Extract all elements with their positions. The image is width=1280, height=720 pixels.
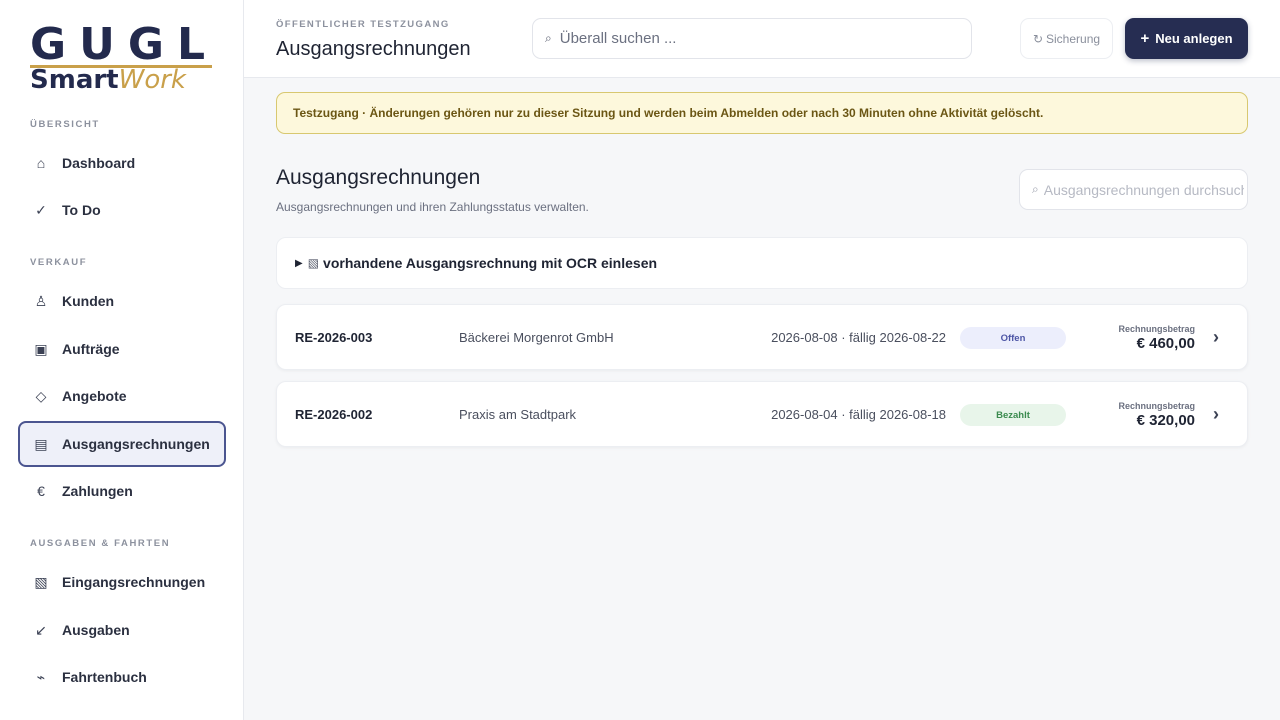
document-icon: ▧ xyxy=(34,574,48,590)
invoice-row[interactable]: RE-2026-003 Bäckerei Morgenrot GmbH 2026… xyxy=(276,304,1248,370)
sidebar-item-auftraege[interactable]: ▣ Aufträge xyxy=(18,326,226,372)
backup-button-label: Sicherung xyxy=(1046,31,1101,46)
global-search[interactable]: ⌕ xyxy=(532,18,972,59)
status-badge: Offen xyxy=(960,327,1066,349)
sidebar-item-label: Zahlungen xyxy=(62,483,133,499)
logo[interactable]: GUGL SmartWork xyxy=(30,22,212,94)
backup-button[interactable]: ↻ Sicherung xyxy=(1020,18,1113,59)
section-label-ausgaben-fahrten: AUSGABEN & FAHRTEN xyxy=(30,538,171,549)
invoice-amount-label: Rechnungsbetrag xyxy=(1118,401,1195,411)
caret-right-icon: ▶ xyxy=(295,257,303,269)
sidebar-item-label: Dashboard xyxy=(62,155,136,171)
plus-icon: + xyxy=(1140,30,1150,47)
sidebar-item-dashboard[interactable]: ⌂ Dashboard xyxy=(18,140,226,186)
search-icon: ⌕ xyxy=(545,31,552,45)
check-icon: ✓ xyxy=(35,202,47,218)
invoice-dates: 2026-08-08 · fällig 2026-08-22 xyxy=(771,330,946,345)
ocr-import-label: vorhandene Ausgangsrechnung mit OCR einl… xyxy=(323,255,658,271)
logo-gugl: GUGL xyxy=(30,19,218,70)
diamond-icon: ◇ xyxy=(35,388,47,404)
sidebar-item-todo[interactable]: ✓ To Do xyxy=(18,187,226,233)
invoice-icon: ▤ xyxy=(34,436,48,452)
sidebar-item-zahlungen[interactable]: € Zahlungen xyxy=(18,468,226,514)
page-title: Ausgangsrechnungen xyxy=(276,166,481,189)
sidebar-item-label: Ausgaben xyxy=(62,622,130,638)
box-icon: ▣ xyxy=(34,341,48,357)
euro-icon: € xyxy=(37,483,45,499)
person-icon: ♙ xyxy=(34,293,48,309)
sidebar-item-label: To Do xyxy=(62,202,101,218)
ocr-import-toggle[interactable]: ▶ ▧ vorhandene Ausgangsrechnung mit OCR … xyxy=(276,237,1248,289)
sidebar-item-label: Angebote xyxy=(62,388,127,404)
home-icon: ⌂ xyxy=(36,155,46,171)
route-icon: ⌁ xyxy=(36,669,46,685)
invoice-row[interactable]: RE-2026-002 Praxis am Stadtpark 2026-08-… xyxy=(276,381,1248,447)
arrow-down-left-icon: ↙ xyxy=(35,622,47,638)
test-access-banner: Testzugang · Änderungen gehören nur zu d… xyxy=(276,92,1248,134)
refresh-icon: ↻ xyxy=(1032,31,1043,46)
sidebar-item-ausgangsrechnungen[interactable]: ▤ Ausgangsrechnungen xyxy=(18,421,226,467)
invoice-amount: € 320,00 xyxy=(1136,412,1195,429)
invoice-number: RE-2026-003 xyxy=(295,330,373,345)
sidebar-item-fahrtenbuch[interactable]: ⌁ Fahrtenbuch xyxy=(18,654,226,700)
invoice-customer: Bäckerei Morgenrot GmbH xyxy=(459,330,614,345)
invoice-dates: 2026-08-04 · fällig 2026-08-18 xyxy=(771,407,946,422)
invoice-amount-label: Rechnungsbetrag xyxy=(1118,324,1195,334)
global-search-input[interactable] xyxy=(559,30,940,47)
new-button-label: Neu anlegen xyxy=(1155,31,1233,46)
invoice-number: RE-2026-002 xyxy=(295,407,373,422)
sidebar-item-label: Aufträge xyxy=(62,341,120,357)
invoice-amount: € 460,00 xyxy=(1136,335,1195,352)
status-badge: Bezahlt xyxy=(960,404,1066,426)
scan-document-icon: ▧ xyxy=(307,256,320,270)
header-eyebrow: ÖFFENTLICHER TESTZUGANG xyxy=(276,19,450,30)
sidebar-item-label: Eingangsrechnungen xyxy=(62,574,206,590)
header-title: Ausgangsrechnungen xyxy=(276,38,471,60)
section-label-uebersicht: ÜBERSICHT xyxy=(30,119,100,130)
sidebar-item-label: Fahrtenbuch xyxy=(62,669,147,685)
chevron-right-icon[interactable]: › xyxy=(1213,404,1219,425)
sidebar-item-kunden[interactable]: ♙ Kunden xyxy=(18,278,226,324)
invoice-search[interactable]: ⌕ xyxy=(1019,169,1248,210)
chevron-right-icon[interactable]: › xyxy=(1213,327,1219,348)
page-subtitle: Ausgangsrechnungen und ihren Zahlungssta… xyxy=(276,200,589,214)
sidebar-item-eingangsrechnungen[interactable]: ▧ Eingangsrechnungen xyxy=(18,559,226,605)
new-button[interactable]: + Neu anlegen xyxy=(1125,18,1248,59)
logo-smart: Smart xyxy=(30,65,119,95)
sidebar-item-label: Ausgangsrechnungen xyxy=(62,436,210,452)
sidebar-item-label: Kunden xyxy=(62,293,115,309)
logo-work: Work xyxy=(118,65,186,95)
topbar: ÖFFENTLICHER TESTZUGANG Ausgangsrechnung… xyxy=(244,0,1280,78)
logo-smartwork: SmartWork xyxy=(30,66,186,94)
search-icon: ⌕ xyxy=(1032,182,1039,196)
sidebar: GUGL SmartWork ÜBERSICHT ⌂ Dashboard ✓ T… xyxy=(0,0,244,720)
invoice-search-input[interactable] xyxy=(1043,181,1244,198)
sidebar-item-ausgaben[interactable]: ↙ Ausgaben xyxy=(18,607,226,653)
sidebar-item-angebote[interactable]: ◇ Angebote xyxy=(18,373,226,419)
invoice-customer: Praxis am Stadtpark xyxy=(459,407,577,422)
section-label-verkauf: VERKAUF xyxy=(30,257,88,268)
